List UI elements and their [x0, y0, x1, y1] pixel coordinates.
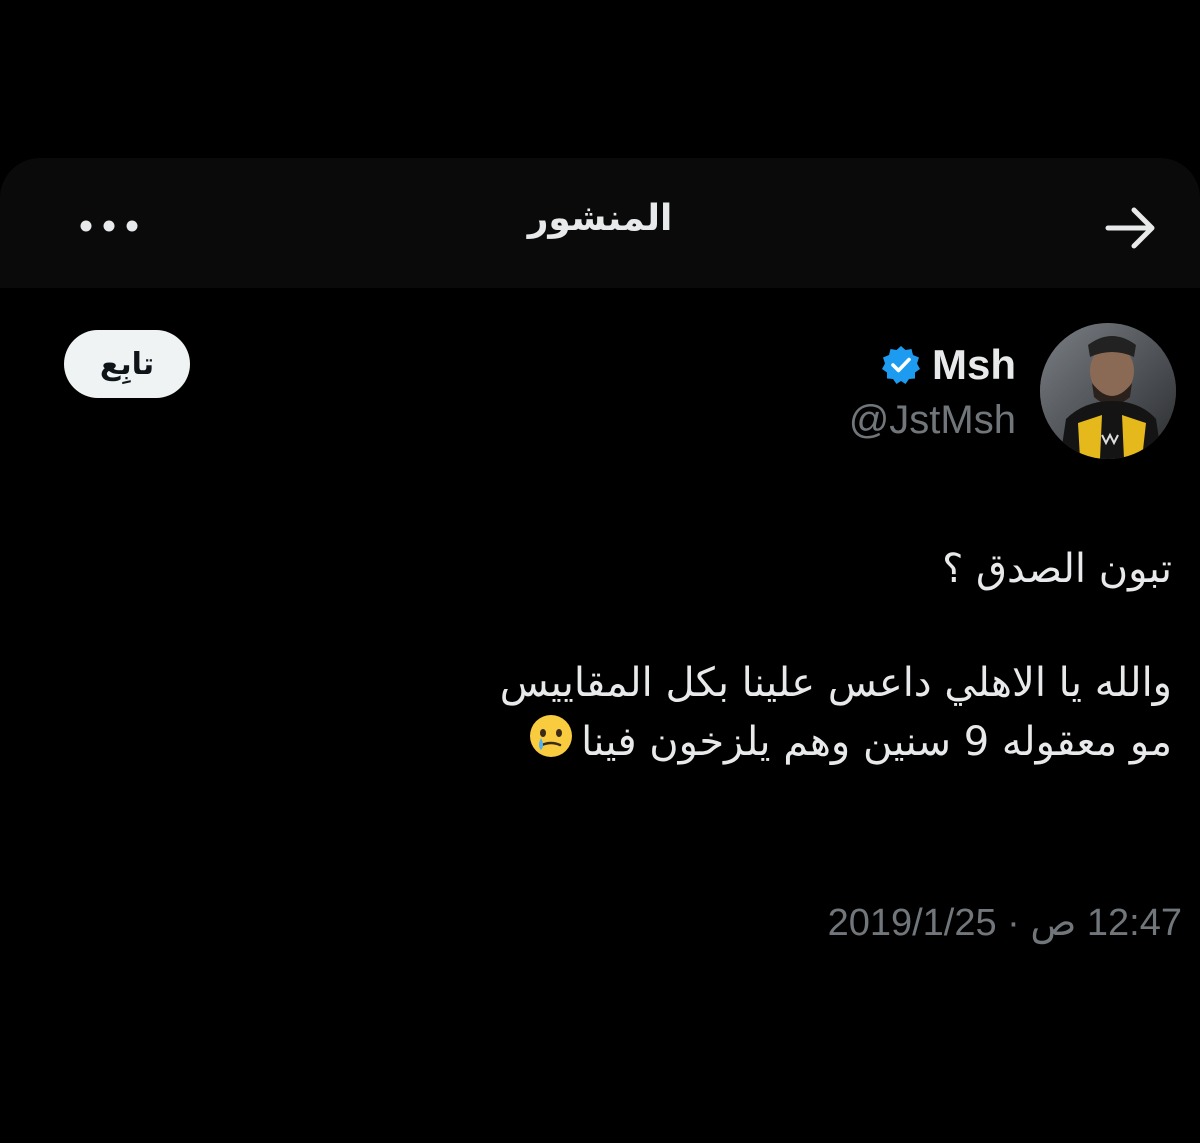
tweet-line-1: تبون الصدق ؟ — [942, 546, 1172, 592]
tweet-spacer — [272, 598, 1172, 654]
back-button[interactable] — [1098, 200, 1162, 256]
page-title: المنشور — [527, 198, 673, 239]
author-display-name: Msh — [932, 341, 1016, 388]
avatar[interactable] — [1040, 323, 1176, 459]
avatar-image — [1040, 323, 1176, 459]
face-holding-back-tears-emoji — [527, 712, 575, 776]
tweet-text: تبون الصدق ؟ والله يا الاهلي داعس علينا … — [272, 540, 1172, 776]
author-name-row[interactable]: Msh — [880, 338, 1016, 392]
tweet-line-2: والله يا الاهلي داعس علينا بكل المقاييس — [499, 660, 1172, 706]
tweet-timestamp[interactable]: 12:47 ص · 2019/1/25 — [828, 900, 1182, 945]
author-handle[interactable]: @JstMsh — [849, 398, 1016, 443]
tweet-line-3-row: مو معقوله 9 سنين وهم يلزخون فينا — [272, 712, 1172, 776]
more-horizontal-icon — [80, 220, 138, 232]
tweet-line-3: مو معقوله 9 سنين وهم يلزخون فينا — [581, 719, 1172, 765]
arrow-right-icon — [1105, 207, 1155, 249]
follow-button[interactable]: تابِع — [64, 330, 190, 398]
more-options-button[interactable] — [72, 208, 146, 244]
verified-badge-icon — [882, 346, 920, 384]
